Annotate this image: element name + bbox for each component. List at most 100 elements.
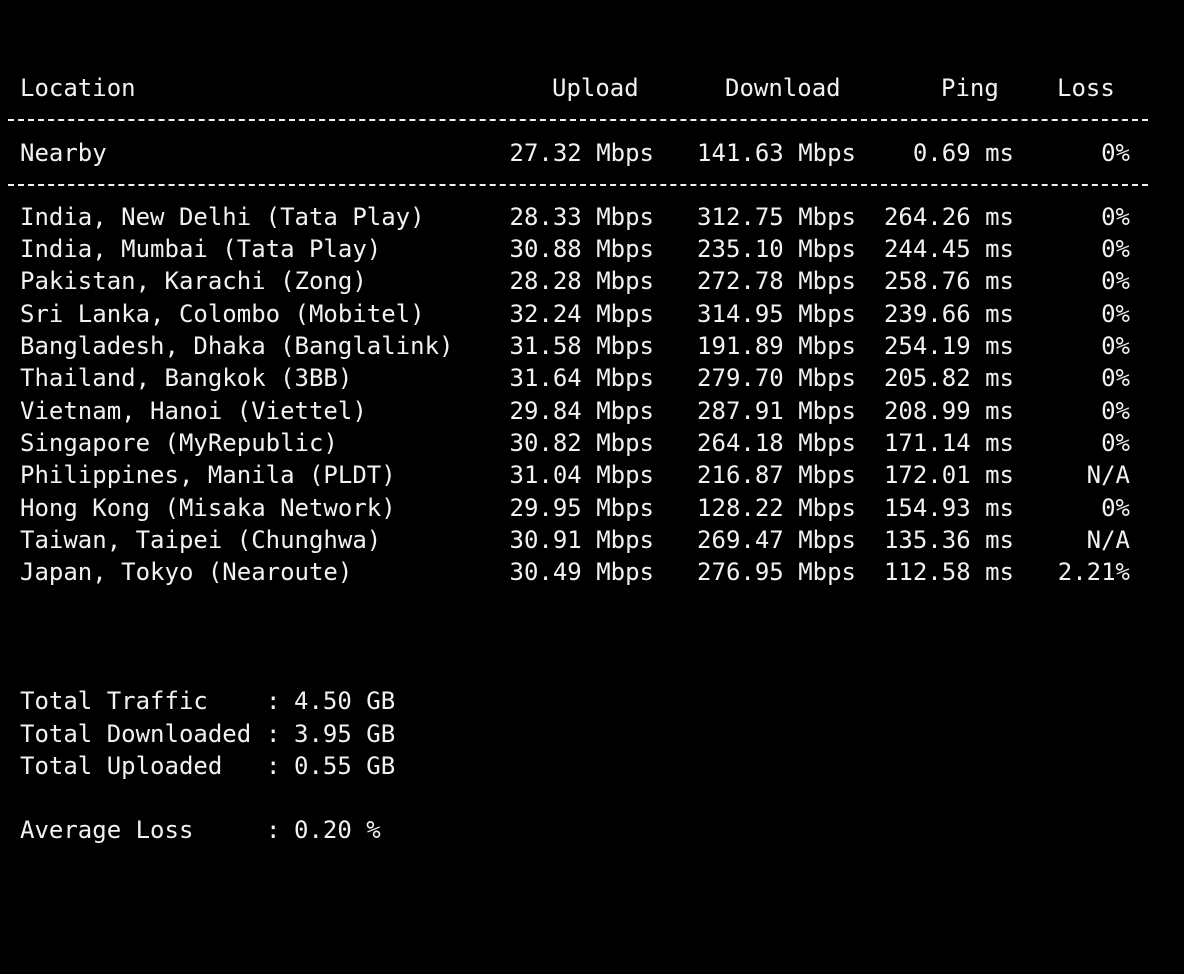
summary-total-uploaded: Total Uploaded : 0.55 GB xyxy=(20,750,395,782)
summary-average-loss: Average Loss : 0.20 % xyxy=(20,814,381,846)
row-location: Thailand, Bangkok (3BB) xyxy=(20,364,353,392)
row-download: 312.75 Mbps xyxy=(697,203,856,231)
summary-separator: : xyxy=(266,752,281,780)
row-loss: 0% xyxy=(1101,429,1130,457)
summary-label: Total Traffic xyxy=(20,687,208,715)
row-download: 272.78 Mbps xyxy=(697,267,856,295)
nearby-ping: 0.69 ms xyxy=(912,139,1014,167)
summary-separator: : xyxy=(266,816,281,844)
row-location: Singapore (MyRepublic) xyxy=(20,429,338,457)
row-ping: 264.26 ms xyxy=(883,203,1014,231)
divider-top xyxy=(8,119,1148,123)
row-upload: 31.64 Mbps xyxy=(509,364,655,392)
summary-value: 0.55 GB xyxy=(294,752,396,780)
row-upload: 30.49 Mbps xyxy=(509,558,655,586)
nearby-download: 141.63 Mbps xyxy=(697,139,856,167)
row-location: Bangladesh, Dhaka (Banglalink) xyxy=(20,332,454,360)
divider-middle xyxy=(8,184,1148,188)
table-row: India, New Delhi (Tata Play) 28.33 Mbps … xyxy=(0,201,1184,233)
nearby-upload: 27.32 Mbps xyxy=(509,139,655,167)
table-row: Thailand, Bangkok (3BB) 31.64 Mbps 279.7… xyxy=(0,362,1184,394)
row-location: Hong Kong (Misaka Network) xyxy=(20,494,396,522)
table-row: Hong Kong (Misaka Network) 29.95 Mbps 12… xyxy=(0,492,1184,524)
row-upload: 30.91 Mbps xyxy=(509,526,655,554)
row-ping: 205.82 ms xyxy=(883,364,1014,392)
summary-value: 3.95 GB xyxy=(294,720,396,748)
table-row: Sri Lanka, Colombo (Mobitel) 32.24 Mbps … xyxy=(0,298,1184,330)
row-upload: 28.28 Mbps xyxy=(509,267,655,295)
row-location: Pakistan, Karachi (Zong) xyxy=(20,267,367,295)
nearby-location: Nearby xyxy=(20,139,107,167)
row-ping: 135.36 ms xyxy=(883,526,1014,554)
row-download: 235.10 Mbps xyxy=(697,235,856,263)
row-upload: 29.84 Mbps xyxy=(509,397,655,425)
table-row: Singapore (MyRepublic) 30.82 Mbps 264.18… xyxy=(0,427,1184,459)
summary-label: Total Uploaded xyxy=(20,752,223,780)
row-location: Taiwan, Taipei (Chunghwa) xyxy=(20,526,382,554)
row-upload: 31.58 Mbps xyxy=(509,332,655,360)
row-download: 191.89 Mbps xyxy=(697,332,856,360)
row-download: 216.87 Mbps xyxy=(697,461,856,489)
summary-label: Total Downloaded xyxy=(20,720,252,748)
row-location: India, Mumbai (Tata Play) xyxy=(20,235,382,263)
row-loss: 0% xyxy=(1101,494,1130,522)
row-upload: 31.04 Mbps xyxy=(509,461,655,489)
header-location: Location xyxy=(20,74,136,102)
header-upload: Upload xyxy=(552,74,639,102)
row-download: 287.91 Mbps xyxy=(697,397,856,425)
row-loss: N/A xyxy=(1086,461,1130,489)
header-loss: Loss xyxy=(1057,74,1115,102)
table-row: Pakistan, Karachi (Zong) 28.28 Mbps 272.… xyxy=(0,265,1184,297)
row-ping: 244.45 ms xyxy=(883,235,1014,263)
table-row: Philippines, Manila (PLDT) 31.04 Mbps 21… xyxy=(0,459,1184,491)
summary-value: 0.20 % xyxy=(294,816,381,844)
row-ping: 254.19 ms xyxy=(883,332,1014,360)
row-loss: 0% xyxy=(1101,235,1130,263)
row-location: Philippines, Manila (PLDT) xyxy=(20,461,396,489)
row-loss: 0% xyxy=(1101,332,1130,360)
summary-separator: : xyxy=(266,687,281,715)
row-upload: 30.82 Mbps xyxy=(509,429,655,457)
summary-separator: : xyxy=(266,720,281,748)
summary-label: Average Loss xyxy=(20,816,194,844)
row-download: 314.95 Mbps xyxy=(697,300,856,328)
row-ping: 208.99 ms xyxy=(883,397,1014,425)
row-download: 269.47 Mbps xyxy=(697,526,856,554)
row-loss: 0% xyxy=(1101,364,1130,392)
terminal-window: Location Upload Download Ping Loss Nearb… xyxy=(0,0,1184,864)
row-ping: 154.93 ms xyxy=(883,494,1014,522)
table-row: India, Mumbai (Tata Play) 30.88 Mbps 235… xyxy=(0,233,1184,265)
row-download: 128.22 Mbps xyxy=(697,494,856,522)
row-upload: 29.95 Mbps xyxy=(509,494,655,522)
summary-total-downloaded: Total Downloaded : 3.95 GB xyxy=(20,718,395,750)
row-upload: 32.24 Mbps xyxy=(509,300,655,328)
row-loss: N/A xyxy=(1086,526,1130,554)
row-download: 276.95 Mbps xyxy=(697,558,856,586)
row-location: Japan, Tokyo (Nearoute) xyxy=(20,558,353,586)
row-upload: 30.88 Mbps xyxy=(509,235,655,263)
row-location: India, New Delhi (Tata Play) xyxy=(20,203,425,231)
header-ping: Ping xyxy=(941,74,999,102)
header-download: Download xyxy=(725,74,841,102)
row-download: 264.18 Mbps xyxy=(697,429,856,457)
table-header: Location Upload Download Ping Loss xyxy=(0,72,1184,104)
row-loss: 0% xyxy=(1101,300,1130,328)
row-ping: 112.58 ms xyxy=(883,558,1014,586)
row-location: Sri Lanka, Colombo (Mobitel) xyxy=(20,300,425,328)
nearby-loss: 0% xyxy=(1101,139,1130,167)
table-row: Bangladesh, Dhaka (Banglalink) 31.58 Mbp… xyxy=(0,330,1184,362)
row-loss: 2.21% xyxy=(1057,558,1130,586)
row-download: 279.70 Mbps xyxy=(697,364,856,392)
summary-value: 4.50 GB xyxy=(294,687,396,715)
row-ping: 239.66 ms xyxy=(883,300,1014,328)
row-ping: 171.14 ms xyxy=(883,429,1014,457)
table-row: Vietnam, Hanoi (Viettel) 29.84 Mbps 287.… xyxy=(0,395,1184,427)
table-row: Taiwan, Taipei (Chunghwa) 30.91 Mbps 269… xyxy=(0,524,1184,556)
row-upload: 28.33 Mbps xyxy=(509,203,655,231)
row-loss: 0% xyxy=(1101,397,1130,425)
row-ping: 258.76 ms xyxy=(883,267,1014,295)
row-loss: 0% xyxy=(1101,267,1130,295)
row-location: Vietnam, Hanoi (Viettel) xyxy=(20,397,367,425)
table-row: Japan, Tokyo (Nearoute) 30.49 Mbps 276.9… xyxy=(0,556,1184,588)
row-ping: 172.01 ms xyxy=(883,461,1014,489)
